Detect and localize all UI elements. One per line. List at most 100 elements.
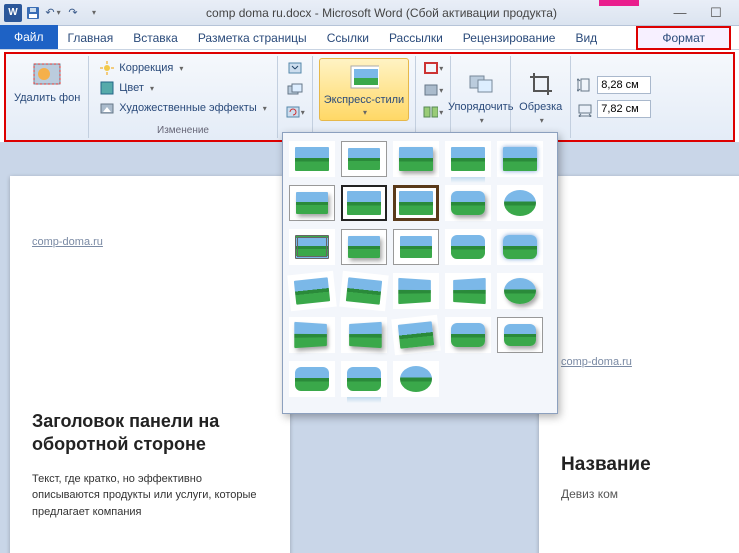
border-icon [423,61,438,75]
redo-icon[interactable]: ↷ [64,4,82,22]
brightness-icon [99,60,115,76]
arrange-button[interactable]: Упорядочить ▾ [446,67,515,126]
style-thumb-perspective-right[interactable] [445,273,491,309]
minimize-button[interactable]: — [667,3,693,23]
style-thumb-shadow[interactable] [393,141,439,177]
style-thumb-moderate[interactable] [341,229,387,265]
style-thumb-moderate-persp[interactable] [341,317,387,353]
tab-mailings[interactable]: Рассылки [379,27,453,49]
express-styles-label: Экспресс-стили [324,94,404,106]
style-thumb-bevel-oval[interactable] [497,273,543,309]
ribbon-tabs: Файл Главная Вставка Разметка страницы С… [0,26,739,50]
panel-heading[interactable]: Заголовок панели на оборотной стороне [32,410,268,457]
crop-button[interactable]: Обрезка ▾ [517,67,564,126]
app-name: Microsoft Word [322,6,402,20]
panel-body-text[interactable]: Текст, где кратко, но эффективно описыва… [32,471,268,521]
group-picture-styles: Экспресс-стили ▾ [317,56,416,138]
style-thumb-center-shadow[interactable] [393,229,439,265]
window-title: comp doma ru.docx - Microsoft Word (Сбой… [106,6,657,20]
color-button[interactable]: Цвет▾ [95,78,270,98]
style-thumb-thick-matte[interactable] [393,185,439,221]
layout-icon [423,105,438,119]
crop-icon [526,69,556,99]
doc-name: comp doma ru.docx [206,6,311,20]
artistic-effects-button[interactable]: Художественные эффекты▾ [95,98,270,118]
style-thumb-double-black[interactable] [341,185,387,221]
picture-style-icon [349,62,379,92]
style-thumb-compound[interactable] [289,229,335,265]
reset-picture-button[interactable]: ▾ [284,102,306,122]
style-thumb-soft-round[interactable] [445,229,491,265]
change-picture-button[interactable] [284,80,306,100]
tagline-text[interactable]: Девиз ком [561,487,618,501]
style-thumb-relaxed-persp[interactable] [289,317,335,353]
artistic-icon [99,100,115,116]
style-thumb-simple[interactable] [289,141,335,177]
style-thumb-glow[interactable] [497,141,543,177]
maximize-button[interactable]: ☐ [703,3,729,23]
style-thumb-relaxed[interactable] [339,271,389,312]
tab-insert[interactable]: Вставка [123,27,188,49]
express-styles-button[interactable]: Экспресс-стили ▾ [319,58,409,121]
chevron-down-icon: ▾ [301,108,305,117]
style-thumb-metal-frame[interactable] [497,317,543,353]
adjust-group-label: Изменение [95,123,270,136]
style-thumb-perspective-left[interactable] [393,273,439,309]
ribbon-highlight-box: Удалить фон Коррекция▾ Цвет▾ Художествен… [4,52,735,142]
watermark-link[interactable]: comp-doma.ru [32,236,103,248]
style-thumb-rounded[interactable] [445,185,491,221]
chevron-down-icon: ▾ [363,108,367,117]
word-app-icon[interactable]: W [4,4,22,22]
save-icon[interactable] [24,4,42,22]
compress-icon [287,61,303,75]
corrections-button[interactable]: Коррекция▾ [95,58,270,78]
chevron-down-icon: ▾ [439,86,443,95]
picture-styles-gallery [282,132,558,414]
arrange-icon [466,69,496,99]
page-left[interactable]: comp-doma.ru Заголовок панели на оборотн… [10,176,290,553]
crop-label: Обрезка [519,101,562,113]
tab-view[interactable]: Вид [565,27,607,49]
picture-layout-button[interactable]: ▾ [422,102,444,122]
width-control: 7,82 см [577,100,651,118]
height-value: 8,28 см [601,79,639,91]
style-thumb-rounded-reflect[interactable] [289,361,335,397]
activation-status: (Сбой активации продукта) [406,6,557,20]
height-icon [577,77,593,93]
tab-home[interactable]: Главная [58,27,124,49]
quick-access-toolbar: W ↶▾ ↷ ▾ [0,4,106,22]
watermark-link[interactable]: comp-doma.ru [561,356,632,368]
style-thumb-rotated-white[interactable] [287,271,337,312]
change-picture-icon [287,83,303,97]
style-thumb-bevel-rect[interactable] [445,317,491,353]
style-thumb-soft-persp[interactable] [391,315,441,356]
width-input[interactable]: 7,82 см [597,100,651,118]
tab-format[interactable]: Формат [636,26,731,50]
tab-review[interactable]: Рецензирование [453,27,566,49]
page-right[interactable]: comp-doma.ru Название Девиз ком [539,176,739,553]
height-input[interactable]: 8,28 см [597,76,651,94]
ribbon: Удалить фон Коррекция▾ Цвет▾ Художествен… [6,54,733,140]
color-label: Цвет [119,82,144,94]
style-thumb-bevel-reflect[interactable] [341,361,387,397]
picture-border-button[interactable]: ▾ [422,58,444,78]
tab-references[interactable]: Ссылки [317,27,379,49]
qat-customize-icon[interactable]: ▾ [84,4,102,22]
width-icon [577,101,593,117]
tab-file[interactable]: Файл [0,25,58,49]
style-thumb-reflection[interactable] [445,141,491,177]
style-thumb-metal-round[interactable] [497,229,543,265]
style-thumb-metal-oval[interactable] [393,361,439,397]
group-remove-background: Удалить фон [10,56,89,138]
picture-effects-button[interactable]: ▾ [422,80,444,100]
tab-page-layout[interactable]: Разметка страницы [188,27,317,49]
window-controls: — ☐ [657,3,739,23]
title-heading[interactable]: Название [561,454,651,476]
style-thumb-soft-edge[interactable] [289,185,335,221]
remove-background-button[interactable]: Удалить фон [12,58,82,106]
group-crop: Обрезка ▾ [515,56,571,138]
undo-icon[interactable]: ↶▾ [44,4,62,22]
style-thumb-frame-white[interactable] [341,141,387,177]
compress-pictures-button[interactable] [284,58,306,78]
style-thumb-oval[interactable] [497,185,543,221]
